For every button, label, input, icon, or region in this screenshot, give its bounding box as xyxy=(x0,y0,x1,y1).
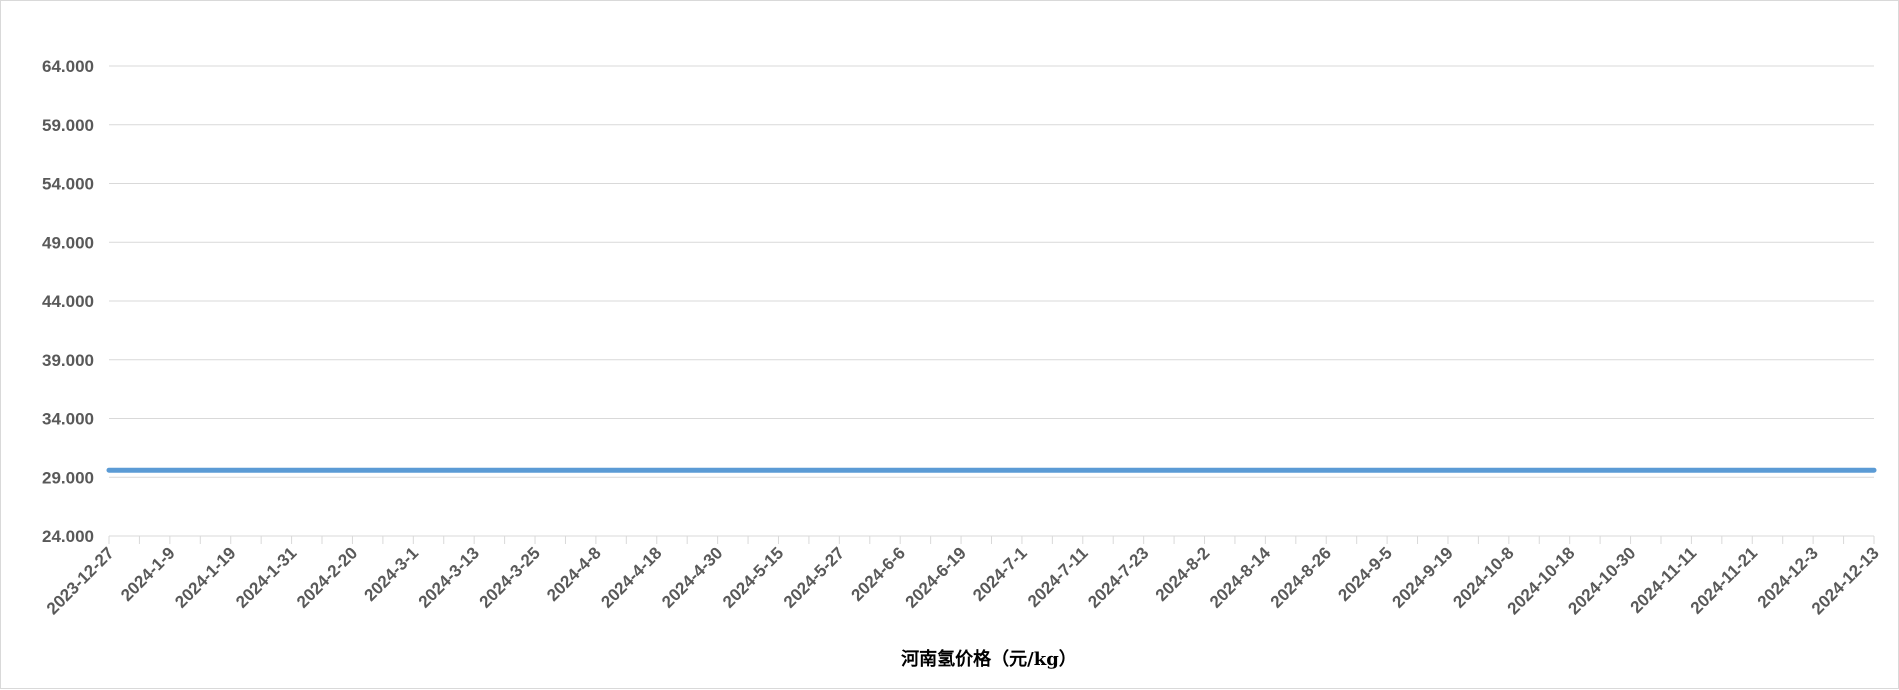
y-tick-label: 24.000 xyxy=(42,527,94,546)
x-tick-label: 2024-2-20 xyxy=(293,543,361,611)
x-tick-label: 2024-1-31 xyxy=(232,543,300,611)
y-tick-label: 44.000 xyxy=(42,292,94,311)
y-tick-label: 64.000 xyxy=(42,57,94,76)
x-tick-label: 2024-7-23 xyxy=(1084,543,1152,611)
x-tick-label: 2024-3-1 xyxy=(361,543,423,605)
y-tick-label: 49.000 xyxy=(42,233,94,252)
x-axis-title: 河南氢价格（元/kg） xyxy=(901,648,1077,670)
x-tick-label: 2024-3-13 xyxy=(415,543,483,611)
x-tick-label: 2024-8-14 xyxy=(1206,543,1275,612)
y-tick-label: 59.000 xyxy=(42,116,94,135)
y-tick-label: 54.000 xyxy=(42,175,94,194)
x-tick-label: 2024-3-25 xyxy=(476,543,544,611)
x-tick-label: 2024-5-27 xyxy=(780,543,848,611)
x-tick-label: 2024-6-19 xyxy=(902,543,970,611)
x-tick-label: 2024-9-19 xyxy=(1389,543,1457,611)
chart-frame: 24.000 29.000 34.000 39.000 44.000 49.000 54.0… xyxy=(0,0,1899,689)
x-tick-label: 2024-7-11 xyxy=(1024,543,1092,611)
y-tick-label: 39.000 xyxy=(42,351,94,370)
x-tick-label: 2024-8-2 xyxy=(1152,543,1214,605)
x-tick-label: 2024-4-8 xyxy=(543,543,605,605)
x-tick-label: 2024-7-1 xyxy=(969,543,1031,605)
line-chart: 24.000 29.000 34.000 39.000 44.000 49.000 54.0… xyxy=(42,57,1883,670)
x-axis xyxy=(108,535,1875,544)
x-tick-label: 2024-1-9 xyxy=(117,543,179,605)
x-tick-label: 2024-6-6 xyxy=(847,543,909,605)
x-tick-label: 2024-5-15 xyxy=(719,543,787,611)
x-tick-label: 2024-4-18 xyxy=(597,543,665,611)
y-tick-label: 34.000 xyxy=(42,410,94,429)
y-tick-label: 29.000 xyxy=(42,468,94,487)
gridlines xyxy=(109,65,1874,478)
x-tick-label: 2023-12-27 xyxy=(43,543,118,618)
x-tick-label: 2024-11-21 xyxy=(1687,543,1761,617)
x-tick-label: 2024-1-19 xyxy=(171,543,239,611)
x-tick-label: 2024-8-26 xyxy=(1267,543,1335,611)
y-axis-tick-labels: 24.000 29.000 34.000 39.000 44.000 49.000 54.0… xyxy=(42,57,94,546)
x-tick-label: 2024-4-30 xyxy=(658,543,726,611)
x-axis-tick-labels: 2023-12-27 2024-1-92024-1-192024-1-312024… xyxy=(43,543,1883,618)
x-tick-label: 2024-9-5 xyxy=(1334,543,1396,605)
